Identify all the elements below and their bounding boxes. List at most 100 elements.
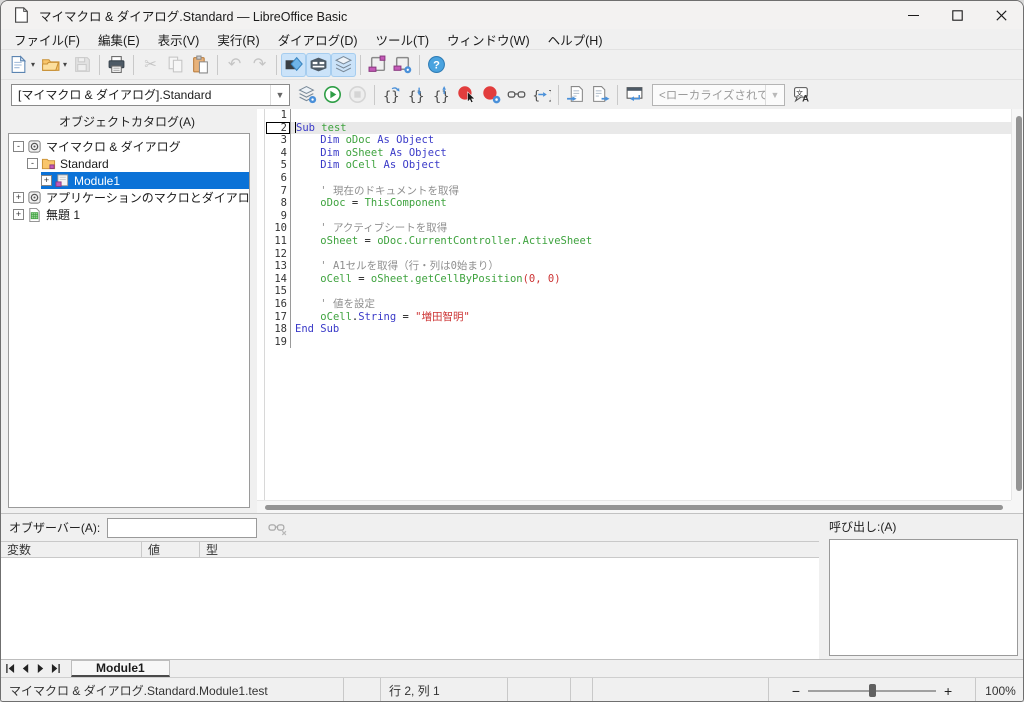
print-icon xyxy=(107,55,126,74)
vertical-scrollbar[interactable] xyxy=(1011,109,1024,500)
help-button[interactable]: ? xyxy=(424,53,449,77)
menu-view[interactable]: 表示(V) xyxy=(149,28,209,51)
object-catalog-toggle[interactable] xyxy=(281,53,306,77)
watch-column-header[interactable]: 変数 xyxy=(1,542,142,557)
code-line-6[interactable]: 6 xyxy=(257,172,1011,185)
code-line-1[interactable]: 1 xyxy=(257,109,1011,122)
code-line-10[interactable]: 10 ' アクティブシートを取得 xyxy=(257,222,1011,235)
code-line-18[interactable]: 18End Sub xyxy=(257,323,1011,336)
code-line-14[interactable]: 14 oCell = oSheet.getCellByPosition(0, 0… xyxy=(257,273,1011,286)
cut-icon: ✂ xyxy=(144,57,157,72)
manage-breakpoints-button[interactable] xyxy=(479,83,504,107)
menu-window[interactable]: ウィンドウ(W) xyxy=(438,28,539,51)
vertical-scrollbar-thumb[interactable] xyxy=(1016,116,1022,491)
menu-edit[interactable]: 編集(E) xyxy=(89,28,149,51)
zoom-out-button[interactable]: − xyxy=(792,684,800,698)
manage-language-button[interactable]: 文A xyxy=(790,83,815,107)
code-line-11[interactable]: 11 oSheet = oDoc.CurrentController.Activ… xyxy=(257,235,1011,248)
run-button[interactable] xyxy=(320,83,345,107)
new-button[interactable] xyxy=(6,53,31,77)
tree-item--[interactable]: +アプリケーションのマクロとダイアログ xyxy=(9,189,249,206)
dropdown-arrow-icon[interactable]: ▾ xyxy=(31,60,35,69)
single-step-button[interactable]: {} xyxy=(404,83,429,107)
tree-item--[interactable]: -マイマクロ & ダイアログ xyxy=(9,138,249,155)
code-line-17[interactable]: 17 oCell.String = "増田智明" xyxy=(257,311,1011,324)
code-line-12[interactable]: 12 xyxy=(257,248,1011,261)
macros-toggle[interactable] xyxy=(306,53,331,77)
call-stack-list[interactable] xyxy=(829,539,1018,656)
first-module-button[interactable] xyxy=(3,661,18,676)
dialog-properties-button[interactable] xyxy=(390,53,415,77)
breakpoint-icon xyxy=(457,85,476,104)
library-combobox[interactable]: [マイマクロ & ダイアログ].Standard ▼ xyxy=(11,84,290,106)
expand-icon[interactable]: + xyxy=(13,192,24,203)
menu-dialog[interactable]: ダイアログ(D) xyxy=(269,28,367,51)
find-parentheses-button[interactable]: { } xyxy=(529,83,554,107)
maximize-button[interactable] xyxy=(935,1,979,29)
compile-button[interactable] xyxy=(295,83,320,107)
code-line-5[interactable]: 5 Dim oCell As Object xyxy=(257,159,1011,172)
statusbar-cell xyxy=(344,678,381,702)
modules-toggle[interactable] xyxy=(331,53,356,77)
paste-icon xyxy=(191,55,210,74)
horizontal-scrollbar[interactable] xyxy=(257,500,1011,513)
watch-column-header[interactable]: 値 xyxy=(142,542,200,557)
last-module-button[interactable] xyxy=(48,661,63,676)
chevron-down-icon[interactable]: ▼ xyxy=(270,85,289,105)
watch-input[interactable] xyxy=(107,518,257,538)
remove-watch-button xyxy=(264,517,290,539)
code-line-15[interactable]: 15 xyxy=(257,285,1011,298)
procedure-step-button[interactable]: {} xyxy=(379,83,404,107)
library-combobox-value: [マイマクロ & ダイアログ].Standard xyxy=(12,86,270,103)
export-dialog-button[interactable] xyxy=(588,83,613,107)
code-editor[interactable]: 12Sub test3 Dim oDoc As Object4 Dim oShe… xyxy=(257,109,1024,513)
zoom-in-button[interactable]: + xyxy=(944,684,952,698)
svg-text:A: A xyxy=(802,93,809,104)
collapse-icon[interactable]: - xyxy=(13,141,24,152)
code-line-4[interactable]: 4 Dim oSheet As Object xyxy=(257,147,1011,160)
object-catalog-title: オブジェクトカタログ(A) xyxy=(1,109,253,133)
menu-help[interactable]: ヘルプ(H) xyxy=(539,28,612,51)
code-line-19[interactable]: 19 xyxy=(257,336,1011,349)
tree-item-standard[interactable]: -Standard xyxy=(9,155,249,172)
basic-ide-icon xyxy=(625,85,644,104)
dropdown-arrow-icon[interactable]: ▾ xyxy=(63,60,67,69)
horizontal-scrollbar-thumb[interactable] xyxy=(265,505,1003,510)
paste-button[interactable] xyxy=(188,53,213,77)
object-catalog-tree[interactable]: -マイマクロ & ダイアログ-Standard+Module1+アプリケーション… xyxy=(8,133,250,508)
tab-module1[interactable]: Module1 xyxy=(71,660,170,677)
code-line-8[interactable]: 8 oDoc = ThisComponent xyxy=(257,197,1011,210)
watch-column-header[interactable]: 型 xyxy=(200,542,819,557)
code-line-2[interactable]: 2Sub test xyxy=(257,122,1011,135)
expand-icon[interactable]: + xyxy=(41,175,52,186)
code-line-7[interactable]: 7 ' 現在のドキュメントを取得 xyxy=(257,185,1011,198)
code-line-16[interactable]: 16 ' 値を設定 xyxy=(257,298,1011,311)
previous-module-button[interactable] xyxy=(18,661,33,676)
zoom-slider[interactable] xyxy=(808,684,936,697)
breakpoint-toggle[interactable] xyxy=(454,83,479,107)
code-line-9[interactable]: 9 xyxy=(257,210,1011,223)
new-dialog-button[interactable] xyxy=(365,53,390,77)
close-button[interactable] xyxy=(979,1,1023,29)
tree-item-module1[interactable]: +Module1 xyxy=(9,172,249,189)
zoom-slider-thumb[interactable] xyxy=(869,684,876,697)
menu-file[interactable]: ファイル(F) xyxy=(5,28,89,51)
minimize-button[interactable] xyxy=(891,1,935,29)
menu-run[interactable]: 実行(R) xyxy=(208,28,268,51)
menu-tools[interactable]: ツール(T) xyxy=(367,28,438,51)
code-line-13[interactable]: 13 ' A1セルを取得（行・列は0始まり） xyxy=(257,260,1011,273)
tree-item--1[interactable]: +無題 1 xyxy=(9,206,249,223)
code-surface[interactable]: 12Sub test3 Dim oDoc As Object4 Dim oShe… xyxy=(257,109,1011,500)
open-button[interactable] xyxy=(38,53,63,77)
print-button[interactable] xyxy=(104,53,129,77)
collapse-icon[interactable]: - xyxy=(27,158,38,169)
step-out-button[interactable]: {} xyxy=(429,83,454,107)
next-module-button[interactable] xyxy=(33,661,48,676)
import-dialog-button[interactable] xyxy=(563,83,588,107)
code-line-3[interactable]: 3 Dim oDoc As Object xyxy=(257,134,1011,147)
show-source-button[interactable] xyxy=(622,83,647,107)
expand-icon[interactable]: + xyxy=(13,209,24,220)
watch-table-body[interactable] xyxy=(1,558,819,659)
breakpoint-gutter[interactable] xyxy=(257,109,265,500)
enable-watch-button[interactable] xyxy=(504,83,529,107)
